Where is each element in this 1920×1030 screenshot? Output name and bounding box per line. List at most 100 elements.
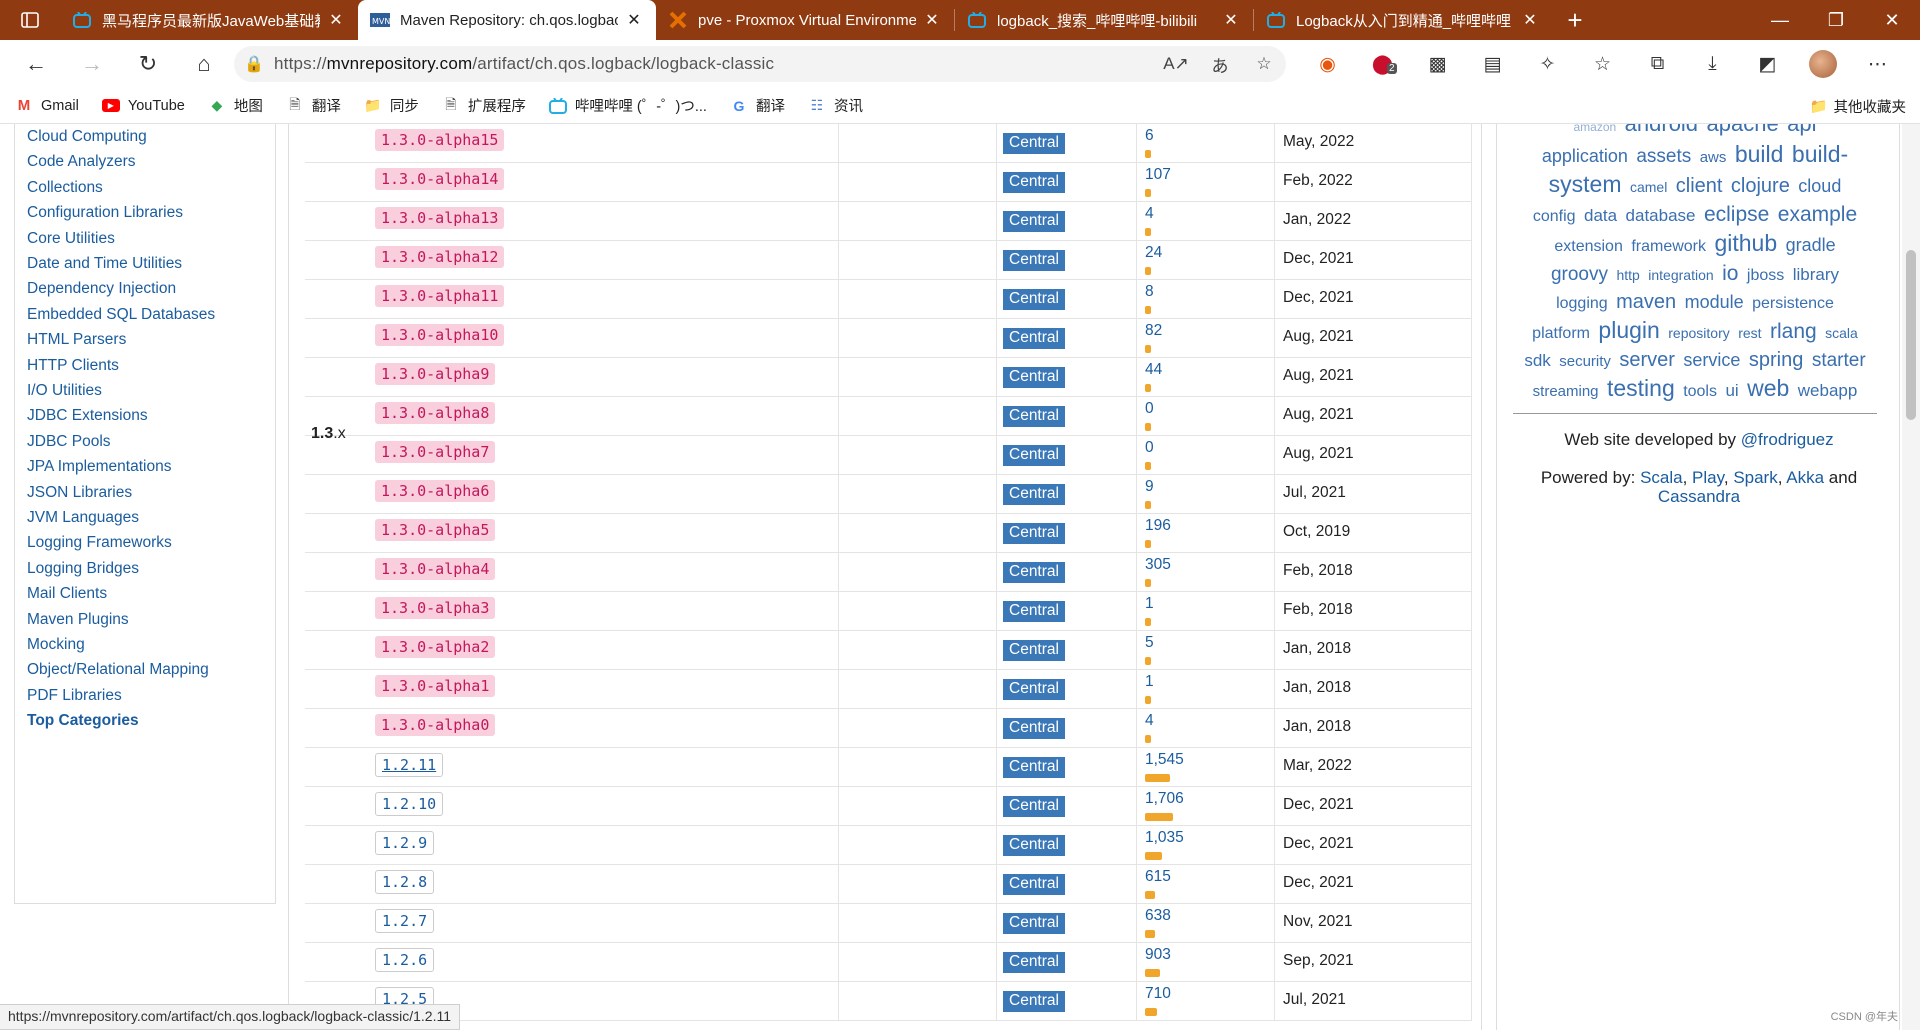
version-link[interactable]: 1.3.0-alpha1 <box>375 675 496 697</box>
usages-link[interactable]: 0 <box>1145 439 1154 470</box>
category-link[interactable]: Mail Clients <box>27 585 107 603</box>
tag-link[interactable]: jboss <box>1747 267 1784 284</box>
scrollbar-thumb[interactable] <box>1906 250 1916 420</box>
category-link[interactable]: HTML Parsers <box>27 331 126 349</box>
screenshot-icon[interactable]: ◩ <box>1740 53 1795 76</box>
tag-link[interactable]: apache <box>1707 124 1779 136</box>
tag-link[interactable]: platform <box>1532 325 1590 342</box>
usages-link[interactable]: 24 <box>1145 244 1162 275</box>
tag-link[interactable]: build <box>1735 141 1784 167</box>
version-link[interactable]: 1.3.0-alpha15 <box>375 129 505 151</box>
repository-badge[interactable]: Central <box>1003 952 1065 973</box>
translate-page-icon[interactable]: あ <box>1198 52 1242 77</box>
bookmark-9[interactable]: ☷ 资讯 <box>807 95 863 116</box>
tag-link[interactable]: rlang <box>1770 320 1817 343</box>
category-link[interactable]: Logging Frameworks <box>27 534 172 552</box>
tag-link[interactable]: application <box>1542 146 1628 166</box>
tag-link[interactable]: http <box>1616 267 1639 283</box>
repository-badge[interactable]: Central <box>1003 250 1065 271</box>
version-link[interactable]: 1.3.0-alpha7 <box>375 441 496 463</box>
tag-link[interactable]: webapp <box>1798 381 1858 400</box>
extensions-icon[interactable]: ✧ <box>1520 53 1575 76</box>
tag-link[interactable]: sdk <box>1524 351 1550 370</box>
refresh-button[interactable]: ↻ <box>120 51 176 77</box>
version-link[interactable]: 1.3.0-alpha9 <box>375 363 496 385</box>
usages-link[interactable]: 0 <box>1145 400 1154 431</box>
tag-link[interactable]: starter <box>1812 350 1866 371</box>
tag-link[interactable]: tools <box>1683 383 1717 400</box>
repository-badge[interactable]: Central <box>1003 211 1065 232</box>
usages-link[interactable]: 8 <box>1145 283 1154 314</box>
tag-link[interactable]: library <box>1793 265 1839 284</box>
top-categories-link[interactable]: Top Categories <box>27 712 139 730</box>
usages-link[interactable]: 44 <box>1145 361 1162 392</box>
category-link[interactable]: Code Analyzers <box>27 153 136 171</box>
category-link[interactable]: JDBC Extensions <box>27 407 148 425</box>
category-link[interactable]: JPA Implementations <box>27 458 171 476</box>
usages-link[interactable]: 1,035 <box>1145 829 1184 860</box>
version-link[interactable]: 1.2.6 <box>375 948 435 972</box>
tag-link[interactable]: server <box>1619 349 1675 371</box>
tag-link[interactable]: build- <box>1792 141 1848 167</box>
usages-link[interactable]: 1,706 <box>1145 790 1184 821</box>
repository-badge[interactable]: Central <box>1003 406 1065 427</box>
read-aloud-icon[interactable]: A↗ <box>1154 54 1198 74</box>
tag-link[interactable]: data <box>1584 206 1617 225</box>
tag-link[interactable]: rest <box>1738 325 1761 341</box>
tag-link[interactable]: github <box>1714 230 1777 256</box>
version-link[interactable]: 1.3.0-alpha6 <box>375 480 496 502</box>
tag-link[interactable]: repository <box>1668 325 1729 341</box>
category-link[interactable]: Configuration Libraries <box>27 204 183 222</box>
url-field[interactable]: 🔒 https://mvnrepository.com/artifact/ch.… <box>234 46 1286 82</box>
powered-link[interactable]: Play <box>1692 468 1724 487</box>
version-link[interactable]: 1.3.0-alpha10 <box>375 324 505 346</box>
repository-badge[interactable]: Central <box>1003 991 1065 1012</box>
back-button[interactable]: ← <box>8 51 64 77</box>
usages-link[interactable]: 4 <box>1145 712 1154 743</box>
repository-badge[interactable]: Central <box>1003 523 1065 544</box>
forward-button[interactable]: → <box>64 51 120 77</box>
repository-badge[interactable]: Central <box>1003 445 1065 466</box>
powered-link[interactable]: Spark <box>1733 468 1777 487</box>
tag-link[interactable]: gradle <box>1786 235 1836 255</box>
usages-link[interactable]: 710 <box>1145 985 1171 1016</box>
repository-badge[interactable]: Central <box>1003 718 1065 739</box>
category-link[interactable]: Object/Relational Mapping <box>27 661 209 679</box>
usages-link[interactable]: 9 <box>1145 478 1154 509</box>
lock-icon[interactable]: 🔒 <box>234 54 274 74</box>
repository-badge[interactable]: Central <box>1003 913 1065 934</box>
tag-link[interactable]: logging <box>1556 295 1608 312</box>
tag-link[interactable]: framework <box>1631 238 1706 255</box>
category-link[interactable]: JDBC Pools <box>27 433 111 451</box>
tab-5[interactable]: Logback从入门到精通_哔哩哔哩 ✕ <box>1254 0 1552 40</box>
category-link[interactable]: Collections <box>27 179 103 197</box>
close-tab-icon[interactable]: ✕ <box>1520 10 1540 30</box>
close-tab-icon[interactable]: ✕ <box>326 10 346 30</box>
usages-link[interactable]: 903 <box>1145 946 1171 977</box>
tag-link[interactable]: service <box>1683 350 1740 370</box>
tag-link[interactable]: cloud <box>1798 176 1841 196</box>
version-link[interactable]: 1.3.0-alpha0 <box>375 714 496 736</box>
repository-badge[interactable]: Central <box>1003 874 1065 895</box>
version-link[interactable]: 1.3.0-alpha11 <box>375 285 505 307</box>
extension-orange-icon[interactable]: ◉ <box>1300 53 1355 76</box>
adblock-icon[interactable]: ⬤ 2 <box>1355 53 1410 76</box>
repository-badge[interactable]: Central <box>1003 757 1065 778</box>
repository-badge[interactable]: Central <box>1003 367 1065 388</box>
tag-link[interactable]: groovy <box>1551 264 1608 285</box>
usages-link[interactable]: 107 <box>1145 166 1171 197</box>
category-link[interactable]: HTTP Clients <box>27 357 119 375</box>
version-link[interactable]: 1.3.0-alpha14 <box>375 168 505 190</box>
category-link[interactable]: JSON Libraries <box>27 484 132 502</box>
tag-link[interactable]: persistence <box>1752 295 1834 312</box>
close-tab-icon[interactable]: ✕ <box>624 10 644 30</box>
category-link[interactable]: PDF Libraries <box>27 687 122 705</box>
version-link[interactable]: 1.3.0-alpha8 <box>375 402 496 424</box>
tag-link[interactable]: ui <box>1725 381 1738 400</box>
tag-link[interactable]: system <box>1549 171 1622 197</box>
tag-link[interactable]: camel <box>1630 179 1667 195</box>
developer-link[interactable]: @frodriguez <box>1741 430 1834 449</box>
bookmark-2[interactable]: ▶ YouTube <box>101 97 185 115</box>
restore-button[interactable]: ❐ <box>1808 0 1864 40</box>
tag-link[interactable]: security <box>1559 353 1611 370</box>
